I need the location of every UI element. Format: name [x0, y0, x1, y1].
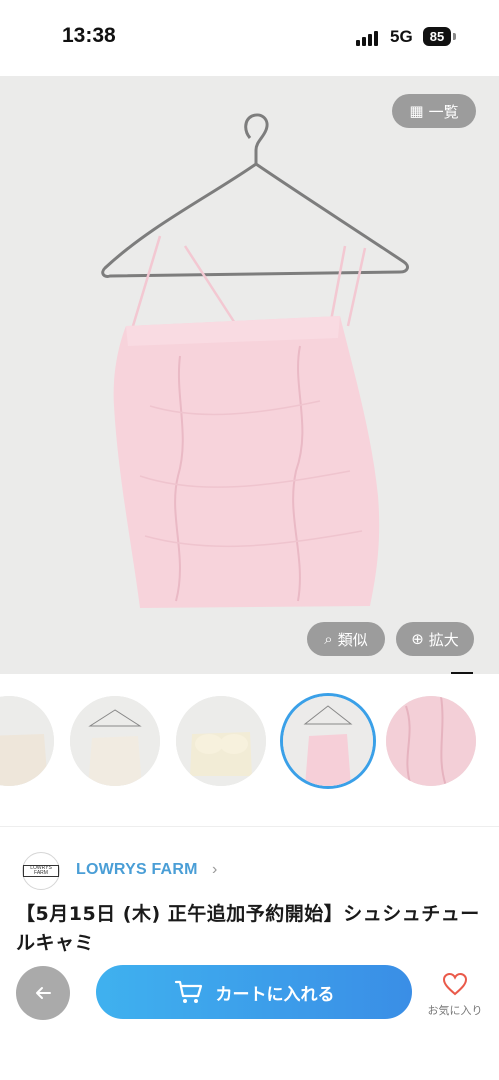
list-view-button[interactable]: ▦ 一覧	[392, 94, 476, 128]
section-divider	[0, 826, 499, 827]
image-pager-indicator	[451, 672, 473, 674]
add-to-cart-label: カートに入れる	[215, 984, 335, 1005]
thumbnail-strip[interactable]	[0, 684, 499, 804]
scan-icon: ⌕	[324, 630, 333, 648]
similar-search-button[interactable]: ⌕ 類似	[307, 622, 385, 656]
zoom-in-icon: ⊕	[411, 630, 424, 648]
thumb-ivory-cups[interactable]	[176, 696, 266, 786]
add-to-cart-button[interactable]: カートに入れる	[96, 965, 412, 1019]
bottom-action-bar: カートに入れる お気に入り	[0, 956, 499, 1080]
battery-tip	[453, 33, 456, 40]
thumb-ivory-back[interactable]	[0, 696, 54, 786]
thumb-ivory-front[interactable]	[70, 696, 160, 786]
list-view-label: 一覧	[428, 102, 459, 121]
thumb-pink-front[interactable]	[280, 693, 376, 789]
battery-icon: 85	[423, 27, 451, 46]
signal-icon	[356, 30, 382, 46]
arrow-left-icon	[36, 987, 51, 999]
brand-logo[interactable]: LOWRYS FARM	[22, 852, 60, 890]
product-main-image[interactable]: ▦ 一覧 ⌕ 類似 ⊕ 拡大	[0, 76, 499, 674]
heart-icon	[442, 972, 468, 996]
brand-logo-text: LOWRYS FARM	[23, 865, 59, 877]
grid-icon: ▦	[409, 102, 424, 120]
favorite-label: お気に入り	[427, 1004, 483, 1017]
chevron-right-icon[interactable]: ›	[212, 861, 217, 879]
zoom-label: 拡大	[428, 630, 459, 649]
camisole-on-hanger-illustration	[101, 113, 409, 608]
network-type: 5G	[390, 27, 413, 46]
similar-label: 類似	[337, 630, 368, 649]
brand-name-link[interactable]: LOWRYS FARM	[76, 861, 198, 879]
thumb-pink-detail[interactable]	[386, 696, 476, 786]
status-time: 13:38	[62, 24, 116, 47]
status-bar: 13:38 5G 85	[0, 0, 499, 76]
back-button[interactable]	[16, 966, 70, 1020]
cart-icon	[174, 980, 202, 1003]
product-title: 【5月15日 (木) 正午追加予約開始】シュシュチュールキャミ	[16, 903, 480, 954]
favorite-button[interactable]: お気に入り	[420, 972, 490, 1018]
zoom-button[interactable]: ⊕ 拡大	[396, 622, 474, 656]
